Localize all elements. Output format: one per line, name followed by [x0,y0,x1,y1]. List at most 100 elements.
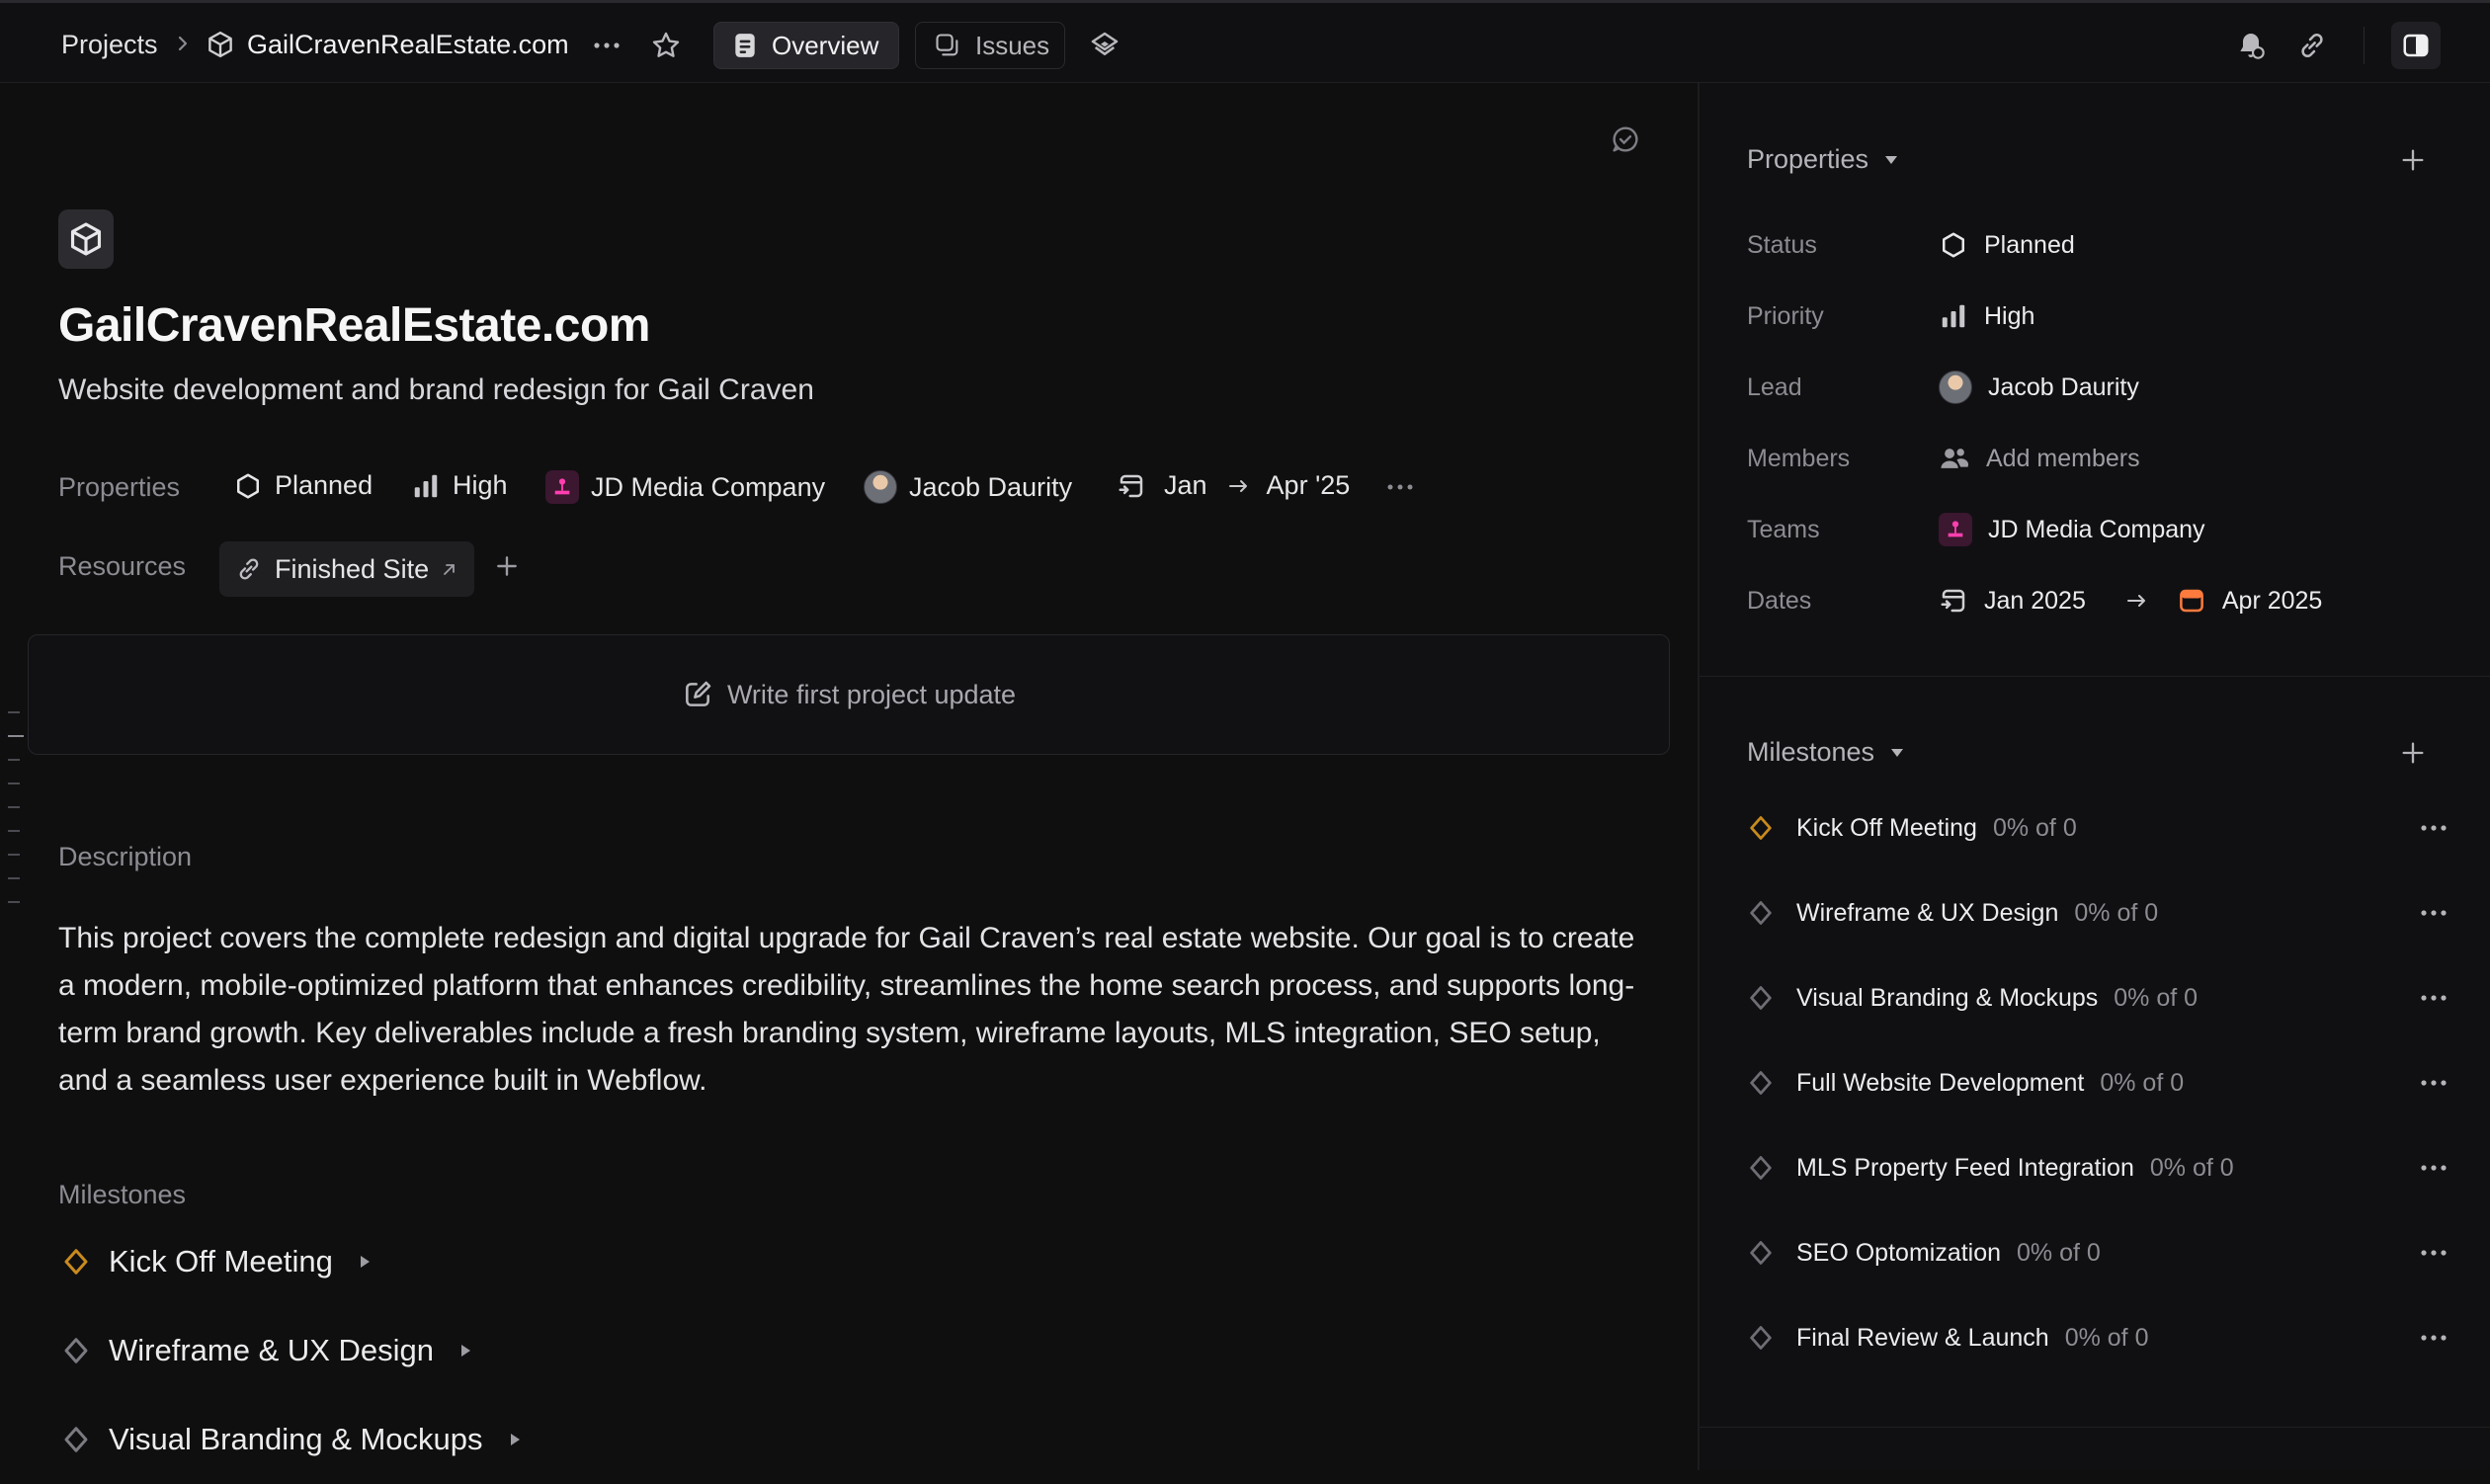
dates-row[interactable]: Dates Jan 2025 Apr 2025 [1747,581,2322,620]
milestone-diamond-icon [1747,1324,1775,1352]
link-icon[interactable] [2296,30,2328,61]
milestone-more-icon[interactable] [2419,1246,2448,1260]
milestone-more-icon[interactable] [2419,991,2448,1005]
add-resource-plus-icon[interactable] [494,553,520,579]
calendar-end-icon[interactable] [2177,586,2206,616]
tab-issues[interactable]: Issues [915,22,1065,69]
priority-chip[interactable]: High [411,470,508,501]
lead-label: Lead [1747,372,1802,401]
priority-label: Priority [1747,301,1824,330]
milestone-more-icon[interactable] [2419,1161,2448,1175]
sidepanel-milestone-item[interactable]: Visual Branding & Mockups 0% of 0 [1747,978,2448,1018]
milestone-progress: 0% of 0 [2149,1153,2234,1182]
milestone-progress: 0% of 0 [2074,898,2159,927]
project-summary[interactable]: Website development and brand redesign f… [58,373,814,407]
caret-right-icon[interactable] [359,1255,371,1269]
calendar-start-icon[interactable] [1939,586,1968,616]
add-members-icon [1939,444,1970,473]
date-start-value[interactable]: Jan 2025 [1984,587,2086,616]
sidepanel-milestone-item[interactable]: Full Website Development 0% of 0 [1747,1063,2448,1103]
lead-avatar [1939,371,1972,404]
teams-value: JD Media Company [1988,515,2205,543]
milestone-item[interactable]: Wireframe & UX Design [61,1306,521,1395]
more-icon[interactable] [591,31,622,60]
edit-icon [682,679,713,710]
milestone-more-icon[interactable] [2419,821,2448,835]
milestone-progress: 0% of 0 [2100,1068,2185,1097]
add-property-plus-icon[interactable] [2399,146,2427,174]
caret-right-icon[interactable] [509,1433,521,1446]
project-description[interactable]: This project covers the complete redesig… [58,915,1639,1105]
caret-down-icon [1890,747,1904,759]
milestone-diamond-icon [1747,1069,1775,1097]
milestone-more-icon[interactable] [2419,1076,2448,1090]
milestone-more-icon[interactable] [2419,1331,2448,1345]
team-joystick-icon [1939,513,1972,546]
members-row[interactable]: Members Add members [1747,439,2140,478]
priority-high-icon [411,471,441,501]
details-sidepanel: Properties Status Planned Priority High … [1698,83,2490,1470]
star-icon[interactable] [650,30,682,61]
team-chip[interactable]: JD Media Company [545,470,825,504]
breadcrumb-project[interactable]: GailCravenRealEstate.com [247,25,569,64]
priority-chip-label: High [453,470,508,500]
priority-high-icon [1939,301,1968,331]
milestone-item[interactable]: Visual Branding & Mockups [61,1395,521,1484]
team-chip-label: JD Media Company [591,471,826,502]
more-properties-icon[interactable] [1385,480,1415,494]
document-icon [732,32,758,59]
add-milestone-plus-icon[interactable] [2399,739,2427,767]
properties-section-header[interactable]: Properties [1747,144,1898,175]
tab-issues-label: Issues [975,30,1050,60]
scroll-ticks[interactable] [8,711,24,925]
arrow-right-icon [2125,591,2149,611]
sidepanel-milestone-item[interactable]: Wireframe & UX Design 0% of 0 [1747,893,2448,933]
caret-right-icon[interactable] [459,1344,471,1358]
milestone-item[interactable]: Kick Off Meeting [61,1217,521,1306]
milestone-label: Kick Off Meeting [109,1244,333,1278]
dates-chip[interactable]: Jan Apr '25 [1117,470,1350,501]
project-icon[interactable] [58,209,114,269]
chevron-right-icon [176,33,190,54]
milestone-progress: 0% of 0 [1992,813,2077,842]
status-row[interactable]: Status Planned [1747,225,2075,265]
milestones-section-header[interactable]: Milestones [1747,737,1904,768]
priority-row[interactable]: Priority High [1747,296,2034,336]
milestone-diamond-icon [61,1247,91,1277]
date-start-label: Jan [1164,470,1207,500]
comment-check-icon[interactable] [1609,123,1642,156]
sidepanel-milestone-item[interactable]: SEO Optomization 0% of 0 [1747,1233,2448,1273]
resource-link-finished-site[interactable]: Finished Site [219,541,475,597]
section-divider [1700,676,2490,677]
members-label: Members [1747,444,1851,472]
write-project-update-button[interactable]: Write first project update [28,634,1670,755]
milestones-header-label: Milestones [1747,737,1875,767]
sidepanel-milestone-item[interactable]: Final Review & Launch 0% of 0 [1747,1318,2448,1358]
teams-label: Teams [1747,515,1820,543]
notification-bell-icon[interactable] [2235,30,2267,61]
teams-row[interactable]: Teams JD Media Company [1747,510,2205,549]
breadcrumb-projects[interactable]: Projects [61,25,158,64]
tab-overview[interactable]: Overview [713,22,899,69]
status-chip[interactable]: Planned [233,470,373,501]
date-end-value[interactable]: Apr 2025 [2222,587,2322,616]
members-value: Add members [1986,444,2140,472]
planned-status-icon [1939,230,1968,260]
toolbar-divider [2364,27,2365,64]
milestone-name: Wireframe & UX Design [1796,898,2059,927]
lead-row[interactable]: Lead Jacob Daurity [1747,368,2139,407]
milestone-name: Kick Off Meeting [1796,813,1977,842]
sidepanel-milestone-item[interactable]: Kick Off Meeting 0% of 0 [1747,808,2448,848]
milestone-diamond-icon [61,1336,91,1365]
team-joystick-icon [545,470,579,504]
lead-chip[interactable]: Jacob Daurity [864,470,1072,504]
toggle-sidepanel-button[interactable] [2391,22,2441,69]
milestone-more-icon[interactable] [2419,906,2448,920]
project-title[interactable]: GailCravenRealEstate.com [58,298,650,353]
lead-chip-label: Jacob Daurity [909,471,1073,502]
cube-icon [67,220,105,258]
properties-header-label: Properties [1747,144,1869,174]
sidepanel-milestone-item[interactable]: MLS Property Feed Integration 0% of 0 [1747,1148,2448,1188]
layers-icon[interactable] [1089,30,1120,61]
calendar-start-icon [1117,471,1146,501]
